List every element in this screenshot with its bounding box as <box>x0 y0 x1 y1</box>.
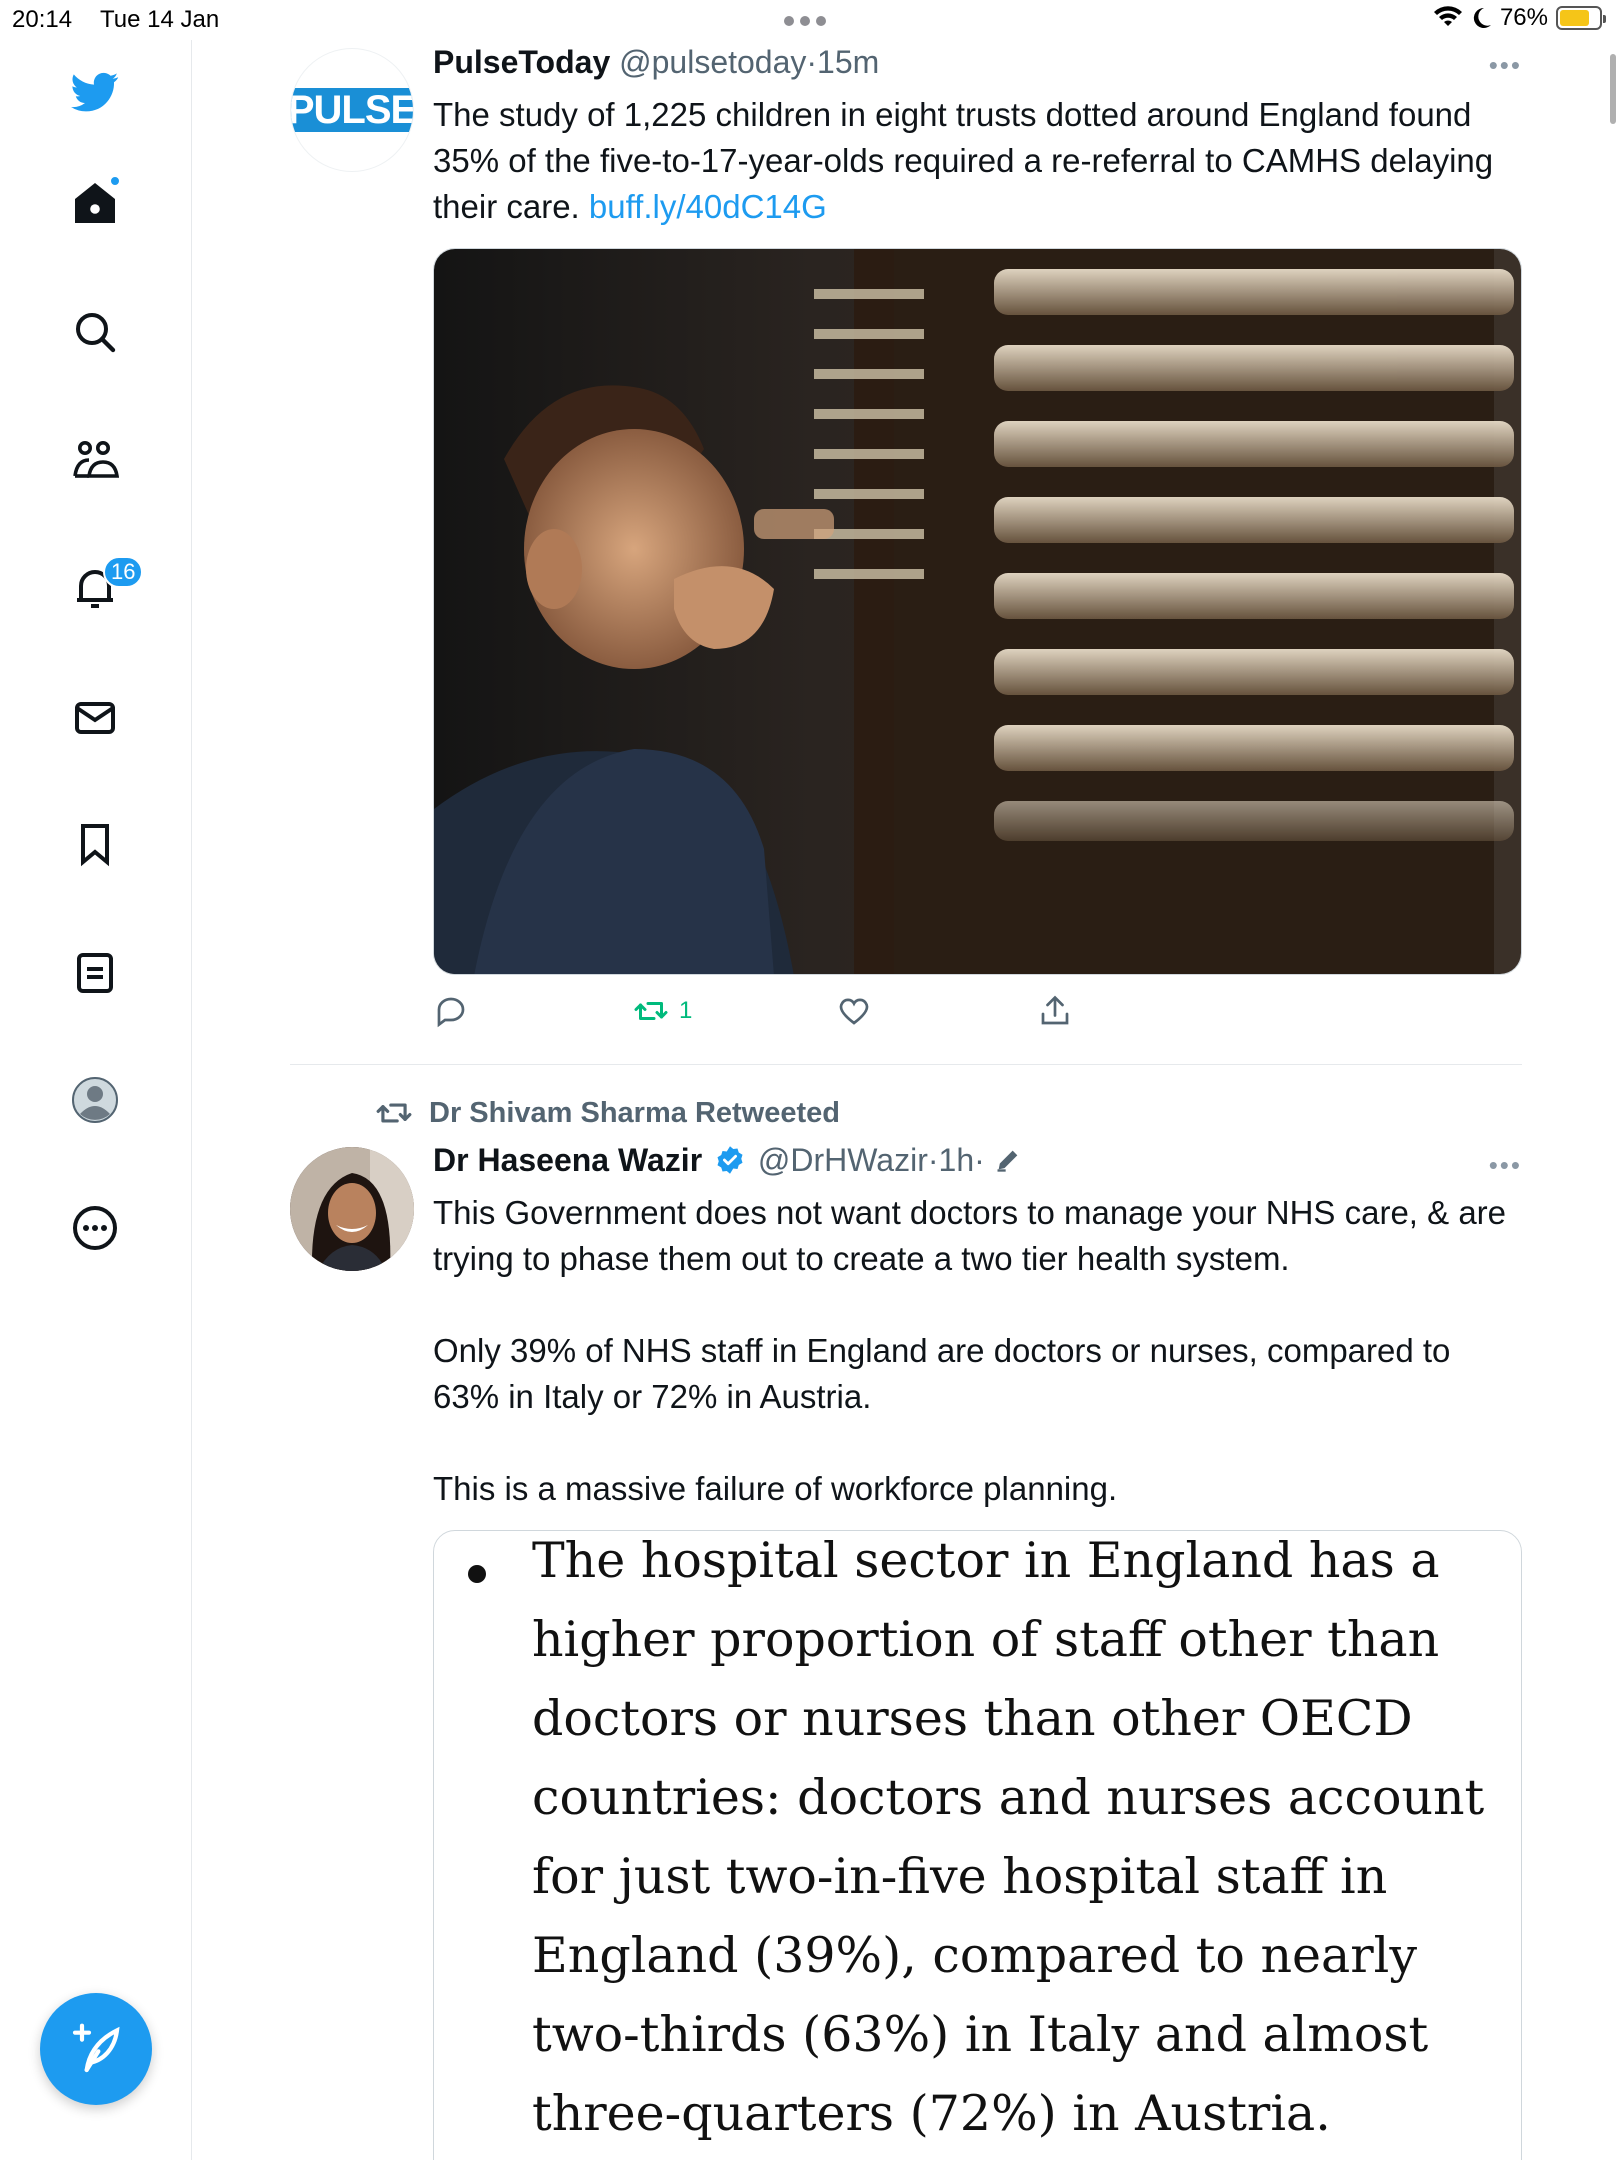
tweet-paragraph: This Government does not want doctors to… <box>433 1194 1507 1277</box>
retweet-count: 1 <box>679 997 693 1024</box>
separator-dot: · <box>927 1142 939 1178</box>
battery-level <box>1560 10 1589 26</box>
avatar-drhwazir[interactable] <box>290 1147 414 1271</box>
share-button[interactable] <box>1037 993 1073 1029</box>
profile-icon[interactable] <box>65 1070 125 1130</box>
more-icon[interactable] <box>65 1198 125 1258</box>
tweet-time[interactable]: 1h <box>939 1142 975 1178</box>
tweet-photo[interactable] <box>433 248 1522 975</box>
retweet-button[interactable]: 1 <box>633 993 692 1029</box>
battery-percent: 76% <box>1499 4 1548 31</box>
tweet-paragraph: Only 39% of NHS staff in England are doc… <box>433 1332 1451 1415</box>
notifications-badge: 16 <box>103 556 144 588</box>
heart-icon <box>839 998 869 1025</box>
communities-icon[interactable] <box>65 430 125 490</box>
card-quote-text: The hospital sector in England has a hig… <box>532 1532 1485 2142</box>
child-at-window-image <box>434 249 1521 974</box>
sidebar-nav: 16 <box>0 40 192 2160</box>
status-bar: 20:14 Tue 14 Jan 76% <box>0 0 1620 40</box>
separator-dot: · <box>806 44 818 80</box>
reply-button[interactable] <box>433 993 469 1029</box>
tweet-time[interactable]: 15m <box>817 44 879 80</box>
tweet-actions: 1 <box>433 993 1133 1037</box>
pulse-logo: PULSE <box>291 88 413 132</box>
date: Tue 14 Jan <box>100 6 220 33</box>
retweeted-by-text: Dr Shivam Sharma Retweeted <box>429 1096 840 1129</box>
verified-badge-icon <box>717 1145 743 1174</box>
author-name[interactable]: PulseToday <box>433 44 610 80</box>
tweet-options-icon[interactable]: ••• <box>1489 1150 1522 1181</box>
author-name[interactable]: Dr Haseena Wazir <box>433 1142 702 1178</box>
bullet-icon <box>468 1565 486 1583</box>
tweet-text: This Government does not want doctors to… <box>433 1190 1523 1512</box>
retweeted-by[interactable]: Dr Shivam Sharma Retweeted <box>375 1094 840 1132</box>
twitter-logo-icon[interactable] <box>65 62 125 122</box>
tweet-divider <box>290 1064 1522 1065</box>
tweet-image-text-card[interactable]: The hospital sector in England has a hig… <box>433 1530 1522 2160</box>
compose-tweet-button[interactable] <box>40 1993 152 2105</box>
tweet-paragraph: This is a massive failure of workforce p… <box>433 1470 1118 1507</box>
tweet-text: The study of 1,225 children in eight tru… <box>433 92 1523 230</box>
scroll-indicator[interactable] <box>1610 54 1616 124</box>
notifications-icon[interactable]: 16 <box>65 556 144 618</box>
share-icon <box>1041 995 1069 1025</box>
tweet-link[interactable]: buff.ly/40dC14G <box>589 188 827 225</box>
search-icon[interactable] <box>65 302 125 362</box>
moon-icon <box>1473 7 1491 28</box>
retweet-icon <box>634 1002 668 1020</box>
tweet-header: PulseToday @pulsetoday·15m <box>433 44 879 81</box>
bookmarks-icon[interactable] <box>65 814 125 874</box>
compose-tweet-icon <box>72 2023 120 2073</box>
tweet-header: Dr Haseena Wazir @DrHWazir·1h· <box>433 1142 1022 1181</box>
avatar-pulsetoday[interactable]: PULSE <box>290 48 414 172</box>
author-handle[interactable]: @pulsetoday <box>619 44 806 80</box>
profile-photo <box>290 1147 414 1271</box>
author-handle[interactable]: @DrHWazir <box>758 1142 928 1178</box>
tweet-options-icon[interactable]: ••• <box>1489 50 1522 81</box>
reply-icon <box>437 997 465 1028</box>
home-icon[interactable] <box>65 173 125 233</box>
multitasking-dots-icon[interactable] <box>784 8 826 26</box>
separator-dot: · <box>974 1142 985 1178</box>
like-button[interactable] <box>836 993 872 1029</box>
retweet-small-icon <box>376 1103 412 1123</box>
wifi-icon <box>1433 6 1462 26</box>
home-new-dot <box>109 175 121 187</box>
battery-icon <box>1556 6 1606 30</box>
messages-icon[interactable] <box>65 688 125 748</box>
edited-pencil-icon[interactable] <box>994 1146 1022 1174</box>
clock: 20:14 <box>12 6 73 33</box>
lists-icon[interactable] <box>65 943 125 1003</box>
